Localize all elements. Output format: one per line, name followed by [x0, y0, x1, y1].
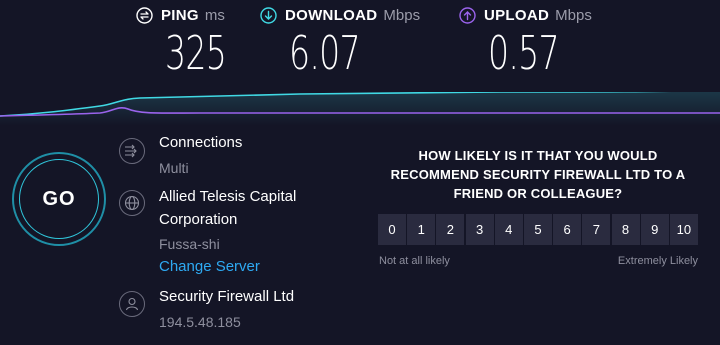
download-metric: DOWNLOAD Mbps 6.07: [260, 0, 421, 80]
survey-question-line3: FRIEND OR COLLEAGUE?: [453, 186, 623, 201]
ping-label: PING: [161, 6, 199, 24]
rating-button-4[interactable]: 4: [494, 214, 523, 245]
survey-question: HOW LIKELY IS IT THAT YOU WOULD RECOMMEN…: [378, 146, 698, 203]
survey-question-line2: RECOMMEND SECURITY FIREWALL LTD TO A: [390, 167, 686, 182]
rating-button-7[interactable]: 7: [582, 214, 611, 245]
change-server-link[interactable]: Change Server: [159, 258, 260, 275]
download-graph-area: [0, 92, 720, 126]
rating-button-6[interactable]: 6: [553, 214, 582, 245]
ping-icon: [136, 6, 153, 24]
connections-title: Connections: [159, 134, 243, 151]
upload-icon: [459, 6, 476, 24]
rating-button-0[interactable]: 0: [378, 214, 406, 245]
ping-unit: ms: [204, 6, 225, 24]
scale-high-label: Extremely Likely: [617, 255, 698, 267]
globe-icon: [119, 190, 145, 216]
connections-mode: Multi: [159, 160, 189, 176]
download-value: 6.07: [289, 26, 361, 80]
upload-unit: Mbps: [555, 6, 592, 24]
rating-scale: 0 1 2 3 4 5 6 7 8 9 10: [378, 214, 699, 245]
provider-name: Security Firewall Ltd: [159, 288, 295, 305]
ping-value: 325: [165, 26, 227, 80]
download-label: DOWNLOAD: [285, 6, 378, 24]
rating-button-3[interactable]: 3: [465, 214, 494, 245]
scale-low-label: Not at all likely: [379, 255, 450, 267]
provider-ip: 194.5.48.185: [159, 314, 241, 330]
upload-value: 0.57: [488, 26, 560, 80]
download-unit: Mbps: [383, 6, 421, 24]
go-label: GO: [42, 187, 76, 210]
rating-button-10[interactable]: 10: [669, 214, 698, 245]
survey-question-line1: HOW LIKELY IS IT THAT YOU WOULD: [418, 148, 658, 163]
download-icon: [260, 6, 277, 24]
server-name-line1: Allied Telesis Capital: [159, 188, 297, 205]
rating-button-8[interactable]: 8: [611, 214, 640, 245]
upload-label: UPLOAD: [484, 6, 550, 24]
rating-button-1[interactable]: 1: [407, 214, 436, 245]
go-button[interactable]: GO: [19, 159, 99, 239]
go-button-ring: GO: [12, 152, 106, 246]
user-icon: [119, 291, 145, 317]
rating-button-2[interactable]: 2: [436, 214, 465, 245]
connections-icon: [119, 138, 145, 164]
ping-metric: PING ms 325: [136, 0, 227, 80]
speed-graph: [0, 92, 720, 126]
server-location: Fussa-shi: [159, 236, 220, 252]
upload-metric: UPLOAD Mbps 0.57: [459, 0, 592, 80]
rating-button-5[interactable]: 5: [523, 214, 552, 245]
rating-button-9[interactable]: 9: [640, 214, 669, 245]
server-name-line2: Corporation: [159, 211, 238, 228]
